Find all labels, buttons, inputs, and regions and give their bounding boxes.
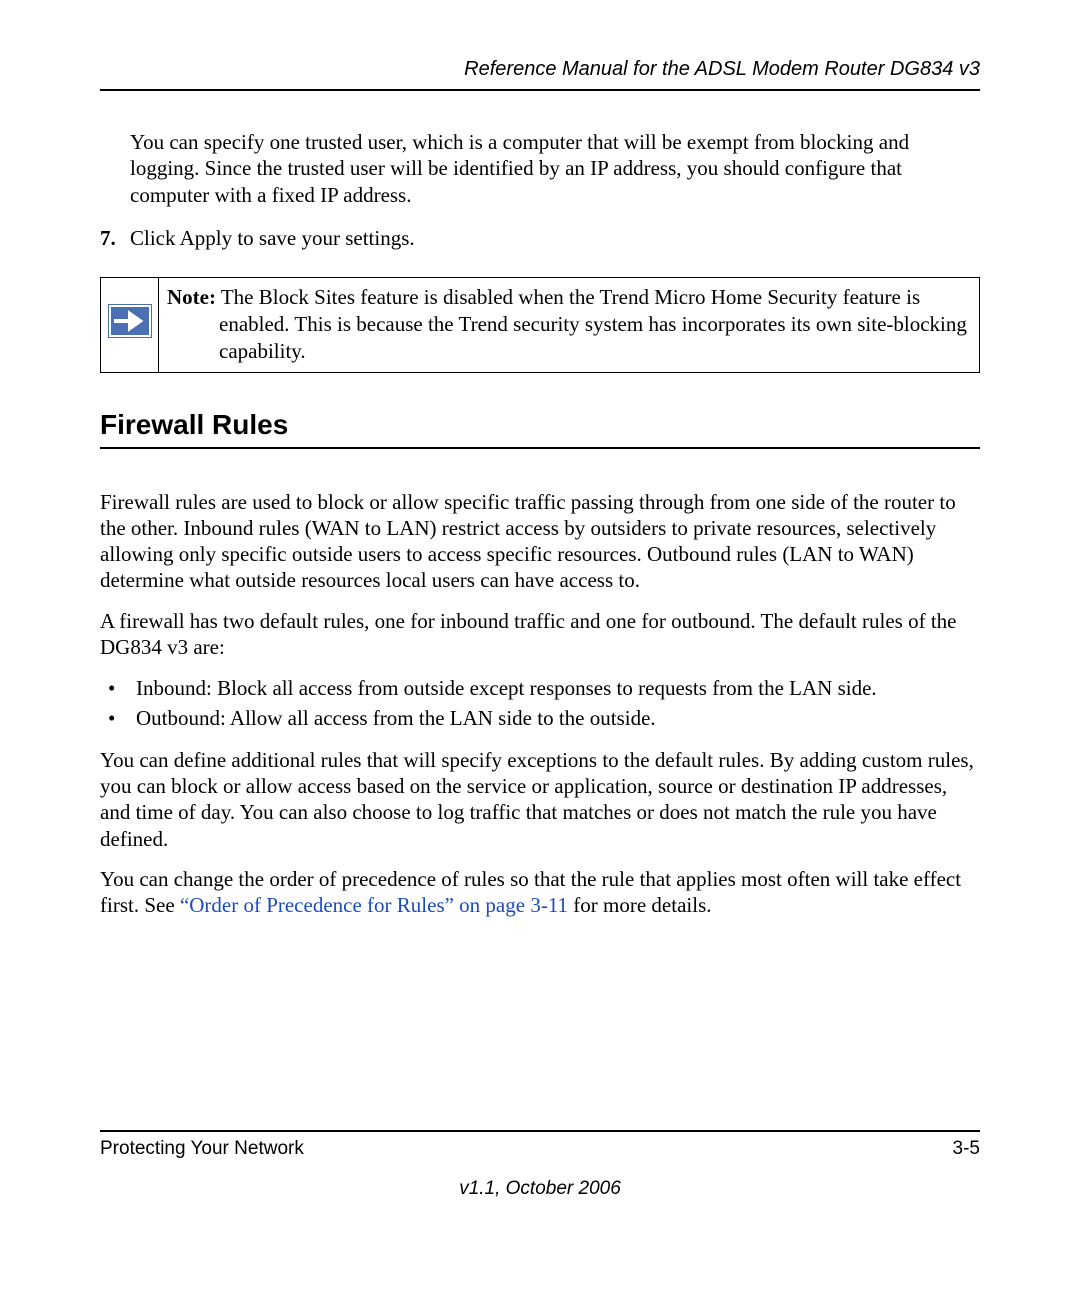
firewall-para-1: Firewall rules are used to block or allo…: [100, 489, 980, 594]
note-icon-cell: [101, 277, 159, 372]
section-heading-firewall-rules: Firewall Rules: [100, 409, 980, 441]
note-line1: The Block Sites feature is disabled when…: [216, 285, 920, 309]
firewall-para-2: A firewall has two default rules, one fo…: [100, 608, 980, 661]
intro-paragraph: You can specify one trusted user, which …: [130, 129, 980, 208]
default-rules-list: Inbound: Block all access from outside e…: [100, 674, 980, 733]
page-footer: Protecting Your Network 3-5 v1.1, Octobe…: [100, 1130, 980, 1200]
note-box: Note: The Block Sites feature is disable…: [100, 277, 980, 373]
footer-chapter-title: Protecting Your Network: [100, 1138, 304, 1160]
firewall-para-3: You can define additional rules that wil…: [100, 747, 980, 852]
footer-rule: [100, 1130, 980, 1132]
note-rest: enabled. This is because the Trend secur…: [167, 311, 971, 366]
section-rule: [100, 447, 980, 449]
firewall-para-4: You can change the order of precedence o…: [100, 866, 980, 919]
step-7: 7. Click Apply to save your settings.: [100, 226, 980, 251]
footer-page-number: 3-5: [953, 1138, 980, 1160]
header-rule: [100, 89, 980, 91]
note-label: Note:: [167, 285, 216, 309]
list-item: Inbound: Block all access from outside e…: [100, 674, 980, 703]
arrow-right-icon: [108, 304, 152, 338]
para4-tail: for more details.: [568, 893, 711, 917]
cross-reference-link[interactable]: “Order of Precedence for Rules” on page …: [180, 893, 568, 917]
step-text: Click Apply to save your settings.: [130, 226, 980, 251]
list-item: Outbound: Allow all access from the LAN …: [100, 704, 980, 733]
header-title: Reference Manual for the ADSL Modem Rout…: [100, 58, 980, 81]
step-number: 7.: [100, 226, 130, 251]
footer-version: v1.1, October 2006: [100, 1178, 980, 1200]
note-text: Note: The Block Sites feature is disable…: [159, 277, 980, 372]
